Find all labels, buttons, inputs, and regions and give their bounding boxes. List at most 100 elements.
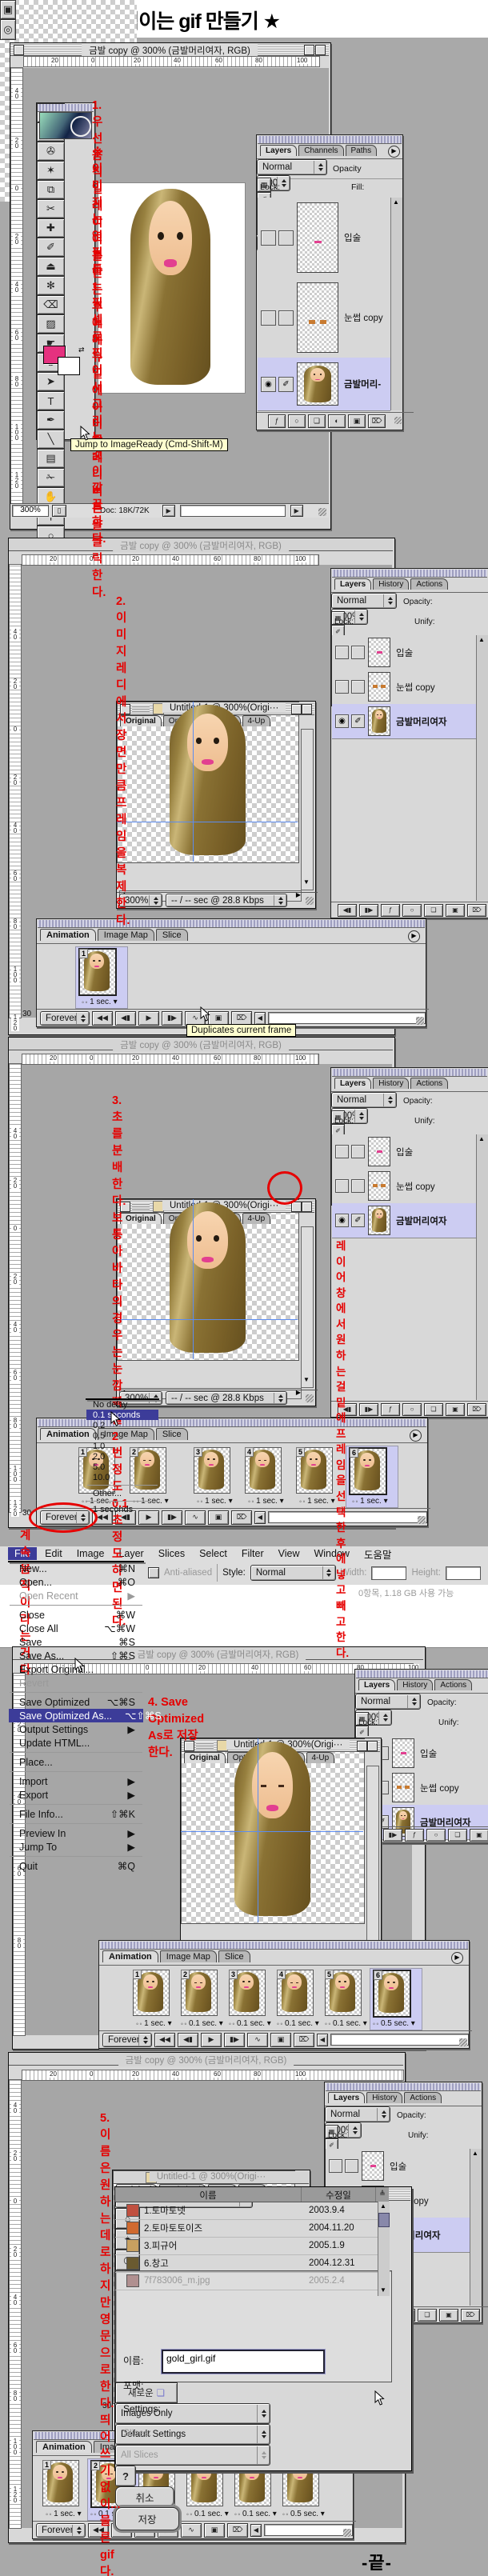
- v-scrollbar[interactable]: [301, 729, 314, 890]
- delay-menu-item[interactable]: 1.0: [86, 1441, 158, 1451]
- ps-window-title-inactive[interactable]: 금발 copy @ 300% (금발머리여자, RGB): [9, 538, 393, 551]
- brush-icon[interactable]: ✐: [351, 714, 365, 728]
- resize-grip[interactable]: [418, 1516, 426, 1524]
- scroll-up-icon[interactable]: ▲: [391, 198, 401, 208]
- collapse-box-icon[interactable]: [367, 1741, 378, 1751]
- file-menu-item-Quit[interactable]: Quit⌘Q: [9, 1859, 143, 1873]
- new-layer-icon[interactable]: ▣: [446, 1403, 465, 1416]
- menubar-item-Select[interactable]: Select: [193, 1547, 234, 1560]
- tween-icon[interactable]: ∿: [181, 2523, 202, 2538]
- prev-frame-icon[interactable]: ◀▮: [338, 904, 357, 917]
- play-icon[interactable]: ▶: [201, 2033, 222, 2047]
- frame-delay-3[interactable]: ∘∘0.1 sec. ▾: [224, 2019, 275, 2028]
- anim-scroll-track[interactable]: [330, 2034, 469, 2046]
- swap-swatch-icon[interactable]: ⇄: [78, 346, 88, 354]
- blend-mode-popup[interactable]: Normal: [257, 159, 327, 175]
- zoom-box-icon[interactable]: [291, 704, 302, 714]
- tab-slice[interactable]: Slice: [156, 929, 188, 941]
- anim-scroll-track[interactable]: [264, 2524, 353, 2536]
- tab-layers[interactable]: Layers: [334, 578, 371, 590]
- file-menu-item-Place[interactable]: Place...: [9, 1755, 143, 1769]
- collapse-box-icon[interactable]: [315, 45, 326, 55]
- file-row-5[interactable]: 7f783006_m.jpg2005.2.4: [115, 2272, 378, 2290]
- vertical-ruler[interactable]: 4 02 002 04 06 08 01 0 01 2 0: [9, 564, 22, 1018]
- eye-icon[interactable]: ◉: [335, 1214, 349, 1227]
- sort-order-icon[interactable]: ≜: [375, 2187, 389, 2202]
- frame-thumbnail-5[interactable]: 5: [325, 1970, 362, 2016]
- trash-icon[interactable]: ⌦: [467, 904, 486, 917]
- trash-icon[interactable]: ⌦: [467, 1403, 486, 1416]
- file-row-4[interactable]: 6.창고2004.12.31: [115, 2254, 378, 2273]
- background-swatch[interactable]: [58, 357, 80, 375]
- frame-delay-value[interactable]: 0.5 sec. ▾: [290, 2510, 325, 2518]
- horizontal-ruler[interactable]: 20020406080100: [23, 56, 320, 67]
- scroll-thumb[interactable]: [378, 2213, 390, 2227]
- frame-thumbnail-1[interactable]: 1: [42, 2460, 79, 2506]
- tab-history[interactable]: History: [373, 578, 409, 590]
- frame-delay-value[interactable]: 1 sec. ▾: [256, 1497, 283, 1506]
- frame-delay-6[interactable]: ∘∘0.5 sec. ▾: [368, 2019, 419, 2028]
- layer-style-icon[interactable]: ƒ: [381, 904, 400, 917]
- history-brush-icon[interactable]: ✻: [37, 276, 65, 295]
- frame-delay-value[interactable]: 1 sec. ▾: [307, 1497, 334, 1506]
- style-popup[interactable]: Normal: [250, 1565, 336, 1581]
- frame-delay-1[interactable]: ∘∘1 sec. ▾: [38, 2510, 89, 2518]
- new-layer-icon[interactable]: ▣: [348, 414, 366, 428]
- line-tool-icon[interactable]: ╲: [37, 430, 65, 449]
- delay-menu-item[interactable]: 0.1 seconds: [86, 1410, 158, 1420]
- frame-delay-5[interactable]: ∘∘0.1 sec. ▾: [320, 2019, 371, 2028]
- toolbox-fragment-icon[interactable]: ◎: [0, 19, 16, 40]
- prev-frame-icon[interactable]: ◀▮: [178, 2033, 198, 2047]
- frame-delay-value[interactable]: 1 sec. ▾: [144, 2019, 171, 2028]
- healing-brush-icon[interactable]: ✚: [37, 218, 65, 238]
- tab-slice[interactable]: Slice: [218, 1950, 250, 1962]
- file-menu-item-Export[interactable]: Export▶: [9, 1788, 143, 1802]
- palette-grip[interactable]: [38, 920, 425, 928]
- collapse-box-icon[interactable]: [302, 704, 312, 714]
- frame-delay-value[interactable]: 1 sec. ▾: [360, 1497, 387, 1506]
- menubar-item-Edit[interactable]: Edit: [38, 1547, 69, 1560]
- trash-icon[interactable]: ⌦: [461, 2309, 480, 2322]
- frame-thumbnail-6[interactable]: 6: [349, 1447, 387, 1495]
- file-menu-item-New[interactable]: New...⌘N: [9, 1562, 143, 1575]
- blend-mode-popup[interactable]: Normal: [331, 1092, 397, 1108]
- frame-thumbnail-3[interactable]: 3: [194, 1447, 230, 1494]
- tab-animation[interactable]: Animation: [40, 929, 96, 941]
- scroll-down-icon[interactable]: ▼: [302, 878, 311, 888]
- delay-menu-item[interactable]: 1 seconds: [86, 1504, 158, 1514]
- toolbox-fragment[interactable]: ▣: [0, 0, 16, 19]
- trash-icon[interactable]: ⌦: [231, 1011, 252, 1026]
- trash-icon[interactable]: ⌦: [294, 2033, 314, 2047]
- new-layer-icon[interactable]: ▣: [439, 2309, 458, 2322]
- layer-set-icon[interactable]: ❏: [424, 1403, 443, 1416]
- horizontal-ruler[interactable]: 20020406080100: [22, 1054, 319, 1065]
- vertical-ruler[interactable]: 4 02 002 04 06 08 01 0 01 2 0: [9, 2079, 22, 2529]
- file-menu-item-JumpTo[interactable]: Jump To▶: [9, 1840, 143, 1854]
- eyedropper-icon[interactable]: ✁: [37, 468, 65, 487]
- palette-grip[interactable]: [332, 570, 487, 578]
- trash-icon[interactable]: ⌦: [368, 414, 386, 428]
- eye-box[interactable]: [261, 310, 276, 326]
- frame-delay-2[interactable]: ∘∘0.1 sec. ▾: [176, 2019, 227, 2028]
- frame-delay-5[interactable]: ∘∘0.1 sec. ▾: [230, 2510, 281, 2518]
- vertical-ruler[interactable]: 4 02 002 04 06 08 01 0 01 2 0: [9, 1063, 22, 1513]
- link-box[interactable]: [278, 310, 294, 326]
- frame-thumbnail-6[interactable]: 6: [373, 1970, 411, 2018]
- palette-scrollbar[interactable]: [476, 635, 488, 901]
- delay-menu-item[interactable]: Other...: [86, 1488, 158, 1498]
- tab-actions[interactable]: Actions: [410, 1078, 448, 1089]
- palette-menu-icon[interactable]: ▶: [388, 146, 400, 158]
- tab-history[interactable]: History: [373, 1078, 409, 1089]
- frame-delay-5[interactable]: ∘∘1 sec. ▾: [291, 1497, 342, 1506]
- eye-box[interactable]: [335, 680, 349, 694]
- anti-aliased-checkbox[interactable]: [148, 1567, 159, 1578]
- v-scrollbar[interactable]: [301, 1226, 314, 1388]
- vertical-ruler[interactable]: 4 02 002 04 06 08 01 0 01 2 0: [10, 67, 23, 505]
- brush-icon[interactable]: ✐: [278, 377, 294, 392]
- file-menu-item-Save[interactable]: Save⌘S: [9, 1635, 143, 1649]
- delay-menu-item[interactable]: 2.0: [86, 1451, 158, 1462]
- frame-delay-value[interactable]: 0.1 sec. ▾: [242, 2510, 277, 2518]
- next-frame-icon[interactable]: ▮▶: [162, 1011, 182, 1026]
- layer-set-icon[interactable]: ❏: [308, 414, 326, 428]
- palette-grip[interactable]: [332, 1069, 487, 1077]
